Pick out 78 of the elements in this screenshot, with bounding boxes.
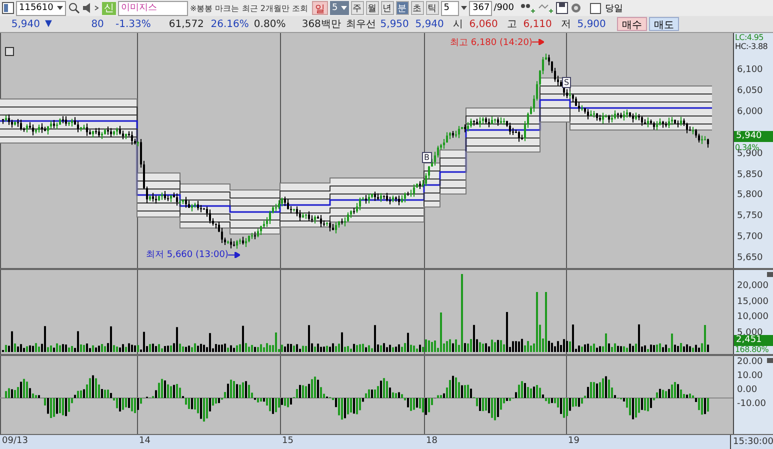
axis-tick-label: 15,000 [736,296,768,307]
period-tab[interactable]: 분 [396,1,409,15]
caret-icon [57,6,63,10]
down-arrow: ▼ [45,19,52,29]
save-icon[interactable] [556,2,568,14]
arrow-icon [532,39,544,45]
caret-icon [340,6,347,10]
period-tab[interactable]: 월 [366,1,379,15]
stock-code-combo[interactable]: 115610 [16,0,66,16]
axis-tick-label: 5,650 [736,253,763,264]
stock-name-field[interactable]: 이미지스 [118,0,188,16]
axis-tick-label: 10.00 [736,371,763,381]
ratio-value: 0.80% [254,18,287,30]
date-label: 19 [568,436,580,446]
open-label: 시 [452,18,464,31]
open-price: 6,060 [468,18,499,30]
notice-text: ※봉봉 마크는 최근 2개월만 조회 [190,2,308,14]
market-badge: 신 [102,2,116,14]
best-bid-price: 5,940 [414,18,445,30]
low-label: 저 [560,18,572,31]
period-tab[interactable]: 주 [350,1,364,15]
speaker-icon[interactable] [82,2,100,14]
high-label: 고 [506,18,518,31]
period-tab[interactable]: 틱 [426,1,439,15]
axis-tick-label: 6,000 [736,106,763,117]
interval-field[interactable]: 5 [440,0,459,16]
trade-amount: 368백만 [300,18,342,31]
axis-tick-label: 0.00 [736,385,758,395]
change-rate: -1.33% [114,18,152,30]
axis-tick-label: 5,700 [736,232,763,242]
time-label: 15:30:00 [730,435,773,449]
count-max-text: /900 [494,3,514,13]
caret-icon[interactable] [460,6,467,10]
volume-ratio-tag: 168.80% [735,345,768,355]
add-indicator-icon[interactable] [520,2,536,14]
settings-icon[interactable] [570,2,582,14]
day-button[interactable]: 일 [312,1,328,15]
volume-value: 61,572 [168,18,205,30]
count-field[interactable]: 367 [468,0,492,16]
arrow-icon [228,252,240,258]
best-price-label: 최우선 [346,18,377,31]
high-price-note: 최고 6,180 (14:20) [450,37,532,49]
day-count-combo[interactable]: 5 [330,1,349,15]
period-tab[interactable]: 년 [380,1,394,15]
date-label: 18 [426,436,438,446]
turnover-rate: 26.16% [210,18,250,30]
same-day-checkbox[interactable]: 당일 [590,2,623,14]
sell-button[interactable]: 매도 [648,17,679,31]
lc-value: LC:4.95 [735,33,764,42]
axis-tick-label: 20.00 [736,357,763,367]
axis-tick-label: 6,100 [736,65,763,75]
add-line-icon[interactable] [538,2,554,14]
axis-tick-label: 5,800 [736,190,763,200]
axis-tick-label: 5,900 [737,148,763,159]
change-value: 80 [90,18,105,30]
date-label: 15 [282,436,294,446]
sell-signal-marker: S [562,77,572,88]
chart-window-icon[interactable] [2,2,14,14]
panel-menu-icon[interactable] [5,47,14,56]
price-tag: 5,940 [734,131,773,142]
current-price: 5,940 [10,18,41,30]
high-price: 6,110 [522,18,553,30]
axis-tick-label: 10,000 [736,312,768,322]
axis-tick-label: 5,850 [736,170,763,180]
axis-tick-label: 5,750 [736,211,763,222]
date-label: 14 [139,436,150,446]
buy-button[interactable]: 매수 [616,17,647,31]
date-label: 09/13 [2,436,28,446]
search-icon[interactable] [68,2,80,14]
hc-value: HC:-3.88 [735,42,768,51]
best-ask-price: 5,950 [379,18,410,30]
axis-tick-label: 6,050 [736,86,763,96]
low-price-note: 최저 5,660 (13:00) [146,249,228,261]
axis-tick-label: -10.00 [736,399,766,409]
axis-tick-label: 20,000 [736,281,768,291]
buy-signal-marker: B [422,152,432,163]
low-price: 5,900 [576,18,607,30]
period-tab[interactable]: 초 [410,1,424,15]
